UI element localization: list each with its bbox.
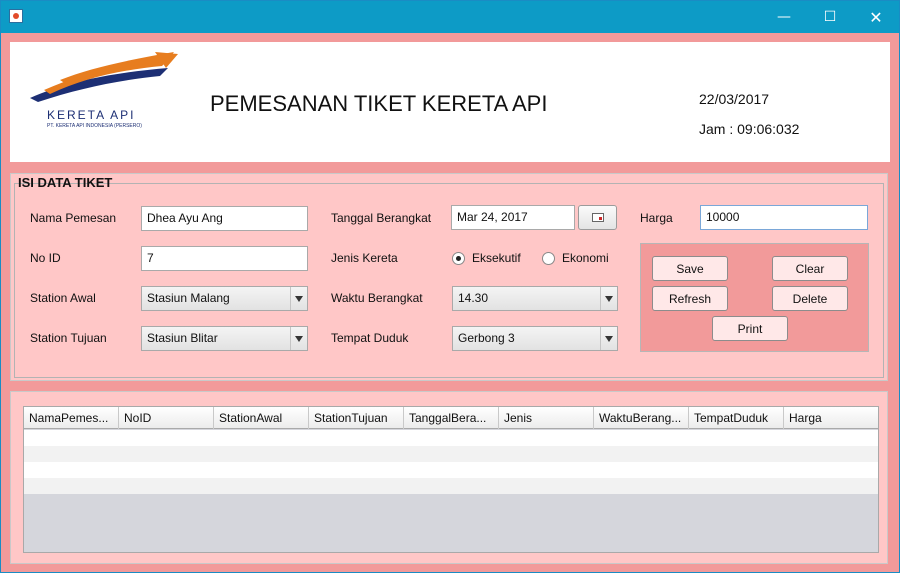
no-id-label: No ID	[30, 251, 61, 265]
column-header-station-awal[interactable]: StationAwal	[214, 407, 309, 429]
table-header: NamaPemes... NoID StationAwal StationTuj…	[24, 407, 878, 429]
no-id-input[interactable]: 7	[141, 246, 308, 271]
chevron-down-icon[interactable]	[600, 287, 617, 310]
refresh-button[interactable]: Refresh	[652, 286, 728, 311]
calendar-picker-button[interactable]	[578, 205, 617, 230]
table-panel: NamaPemes... NoID StationAwal StationTuj…	[10, 391, 888, 564]
maximize-button[interactable]: ☐	[807, 1, 853, 33]
table-row[interactable]	[24, 462, 878, 478]
station-tujuan-value: Stasiun Blitar	[147, 331, 218, 345]
close-button[interactable]: ✕	[853, 1, 899, 33]
column-header-noid[interactable]: NoID	[119, 407, 214, 429]
harga-input[interactable]: 10000	[700, 205, 868, 230]
title-bar[interactable]: — ☐ ✕	[1, 1, 899, 33]
waktu-berangkat-value: 14.30	[458, 291, 489, 305]
column-header-tempat[interactable]: TempatDuduk	[689, 407, 784, 429]
harga-label: Harga	[640, 211, 673, 225]
ekonomi-radio[interactable]	[542, 252, 555, 265]
tanggal-berangkat-input[interactable]: Mar 24, 2017	[451, 205, 575, 230]
minimize-button[interactable]: —	[761, 1, 807, 33]
station-awal-dropdown[interactable]: Stasiun Malang	[141, 286, 308, 311]
column-header-waktu[interactable]: WaktuBerang...	[594, 407, 689, 429]
table-row[interactable]	[24, 478, 878, 494]
column-header-tanggal[interactable]: TanggalBera...	[404, 407, 499, 429]
table-row[interactable]	[24, 446, 878, 462]
ekonomi-radio-label[interactable]: Ekonomi	[562, 251, 609, 265]
chevron-down-icon[interactable]	[600, 327, 617, 350]
station-tujuan-dropdown[interactable]: Stasiun Blitar	[141, 326, 308, 351]
station-awal-value: Stasiun Malang	[147, 291, 230, 305]
print-button[interactable]: Print	[712, 316, 788, 341]
column-header-station-tujuan[interactable]: StationTujuan	[309, 407, 404, 429]
tanggal-berangkat-label: Tanggal Berangkat	[331, 211, 432, 225]
current-time: Jam : 09:06:032	[699, 121, 800, 137]
delete-button[interactable]: Delete	[772, 286, 848, 311]
station-tujuan-label: Station Tujuan	[30, 331, 107, 345]
logo-subtext: PT. KERETA API INDONESIA (PERSERO)	[47, 123, 142, 129]
waktu-berangkat-dropdown[interactable]: 14.30	[452, 286, 618, 311]
page-title: PEMESANAN TIKET KERETA API	[210, 91, 548, 116]
tempat-duduk-label: Tempat Duduk	[331, 331, 409, 345]
jenis-kereta-label: Jenis Kereta	[331, 251, 398, 265]
waktu-berangkat-label: Waktu Berangkat	[331, 291, 423, 305]
tempat-duduk-dropdown[interactable]: Gerbong 3	[452, 326, 618, 351]
logo-text: KERETA API	[47, 108, 136, 122]
nama-pemesan-input[interactable]: Dhea Ayu Ang	[141, 206, 308, 231]
header-panel: KERETA API PT. KERETA API INDONESIA (PER…	[10, 42, 890, 162]
station-awal-label: Station Awal	[30, 291, 96, 305]
save-button[interactable]: Save	[652, 256, 728, 281]
eksekutif-radio-label[interactable]: Eksekutif	[472, 251, 521, 265]
column-header-nama[interactable]: NamaPemes...	[24, 407, 119, 429]
tempat-duduk-value: Gerbong 3	[458, 331, 515, 345]
current-date: 22/03/2017	[699, 91, 770, 107]
clear-button[interactable]: Clear	[772, 256, 848, 281]
column-header-harga[interactable]: Harga	[784, 407, 878, 429]
java-app-icon	[9, 9, 23, 23]
column-header-jenis[interactable]: Jenis	[499, 407, 594, 429]
eksekutif-radio[interactable]	[452, 252, 465, 265]
chevron-down-icon[interactable]	[290, 327, 307, 350]
calendar-icon	[592, 213, 604, 222]
form-section-title: ISI DATA TIKET	[18, 175, 113, 190]
ticket-table[interactable]: NamaPemes... NoID StationAwal StationTuj…	[23, 406, 879, 553]
app-window: — ☐ ✕ KERETA API PT. KERETA API INDONESI…	[0, 0, 900, 573]
table-row[interactable]	[24, 430, 878, 446]
nama-pemesan-label: Nama Pemesan	[30, 211, 117, 225]
chevron-down-icon[interactable]	[290, 287, 307, 310]
